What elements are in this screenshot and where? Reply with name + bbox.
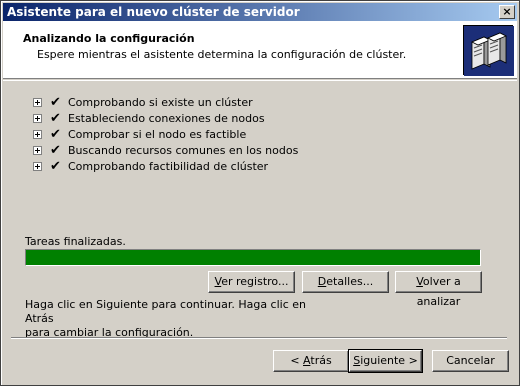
- back-button[interactable]: < Atrás: [273, 350, 349, 372]
- checkmark-icon: ✔: [50, 142, 61, 158]
- step-item: ✔ Comprobando factibilidad de clúster: [33, 158, 298, 174]
- header-divider: [3, 80, 517, 81]
- footer-divider: [11, 337, 507, 339]
- wizard-header: Analizando la configuración Espere mient…: [3, 21, 517, 79]
- next-button[interactable]: Siguiente >: [348, 349, 423, 373]
- checkmark-icon: ✔: [50, 126, 61, 142]
- expand-icon[interactable]: [33, 129, 42, 139]
- step-label: Comprobando si existe un clúster: [68, 95, 253, 109]
- cancel-button[interactable]: Cancelar: [432, 350, 509, 372]
- step-item: ✔ Comprobando si existe un clúster: [33, 94, 298, 110]
- expand-icon[interactable]: [33, 145, 42, 155]
- analysis-steps-list: ✔ Comprobando si existe un clúster ✔ Est…: [33, 94, 298, 174]
- page-subtitle: Espere mientras el asistente determina l…: [37, 48, 407, 61]
- title-bar[interactable]: Asistente para el nuevo clúster de servi…: [3, 3, 517, 21]
- details-button[interactable]: Detalles...: [302, 271, 389, 293]
- close-icon: ×: [502, 5, 512, 18]
- progress-bar: [25, 249, 481, 266]
- step-label: Comprobar si el nodo es factible: [68, 127, 247, 141]
- page-title: Analizando la configuración: [23, 32, 195, 45]
- progress-bar-fill: [26, 250, 480, 265]
- window-title: Asistente para el nuevo clúster de servi…: [7, 5, 300, 19]
- reanalyze-button[interactable]: Volver a analizar: [395, 271, 482, 308]
- server-cluster-icon: [463, 25, 514, 76]
- wizard-window: Asistente para el nuevo clúster de servi…: [0, 0, 520, 386]
- instruction-text: Haga clic en Siguiente para continuar. H…: [25, 298, 307, 339]
- checkmark-icon: ✔: [50, 158, 61, 174]
- step-item: ✔ Buscando recursos comunes en los nodos: [33, 142, 298, 158]
- step-label: Buscando recursos comunes en los nodos: [68, 143, 299, 157]
- step-item: ✔ Estableciendo conexiones de nodos: [33, 110, 298, 126]
- checkmark-icon: ✔: [50, 110, 61, 126]
- status-label: Tareas finalizadas.: [25, 235, 126, 248]
- step-label: Comprobando factibilidad de clúster: [68, 159, 269, 173]
- step-item: ✔ Comprobar si el nodo es factible: [33, 126, 298, 142]
- step-label: Estableciendo conexiones de nodos: [68, 111, 265, 125]
- checkmark-icon: ✔: [50, 94, 61, 110]
- expand-icon[interactable]: [33, 161, 42, 171]
- view-log-button[interactable]: Ver registro...: [208, 271, 295, 293]
- expand-icon[interactable]: [33, 97, 42, 107]
- expand-icon[interactable]: [33, 113, 42, 123]
- close-button[interactable]: ×: [499, 5, 515, 19]
